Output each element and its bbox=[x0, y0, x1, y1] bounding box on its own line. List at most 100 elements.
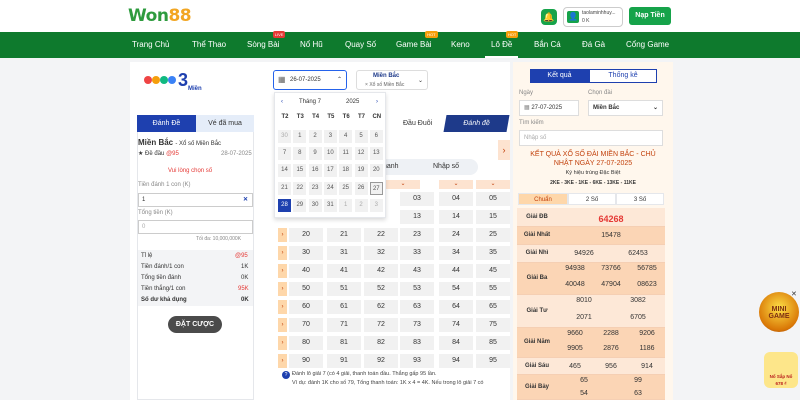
number-cell[interactable]: 20 bbox=[289, 228, 323, 242]
calendar-day[interactable]: 1 bbox=[339, 199, 353, 212]
tab-thong-ke[interactable]: Thống kê bbox=[589, 69, 657, 83]
number-cell[interactable]: 84 bbox=[439, 336, 473, 350]
calendar-day[interactable]: 4 bbox=[339, 130, 353, 143]
number-cell[interactable]: 43 bbox=[400, 264, 434, 278]
column-toggle-arrow[interactable]: ⌄ bbox=[476, 180, 510, 189]
next-month-icon[interactable]: › bbox=[376, 99, 378, 105]
calendar-day[interactable]: 3 bbox=[369, 199, 383, 212]
clear-icon[interactable]: ✕ bbox=[243, 194, 248, 206]
calendar-day[interactable]: 9 bbox=[308, 147, 322, 160]
row-toggle-arrow[interactable]: › bbox=[278, 300, 287, 314]
calendar-day[interactable]: 8 bbox=[293, 147, 307, 160]
number-cell[interactable]: 85 bbox=[476, 336, 510, 350]
calendar-month[interactable]: Tháng 7 bbox=[299, 99, 321, 105]
number-cell[interactable]: 55 bbox=[476, 282, 510, 296]
calendar-day[interactable]: 31 bbox=[323, 199, 337, 212]
user-menu[interactable]: 👤 taolaminhhuy... 0 K bbox=[563, 7, 623, 27]
number-cell[interactable]: 34 bbox=[439, 246, 473, 260]
nav-item-4[interactable]: Quay Số bbox=[345, 32, 376, 58]
calendar-day[interactable]: 28 bbox=[278, 199, 291, 212]
number-cell[interactable]: 41 bbox=[327, 264, 361, 278]
chevron-right-icon[interactable]: › bbox=[498, 140, 510, 160]
number-cell[interactable]: 13 bbox=[400, 210, 434, 224]
tab-danh-de-grid[interactable]: Đánh đề bbox=[443, 115, 510, 132]
number-cell[interactable]: 81 bbox=[327, 336, 361, 350]
number-cell[interactable]: 44 bbox=[439, 264, 473, 278]
result-date-input[interactable]: ▦ 27-07-2025 bbox=[519, 100, 579, 116]
row-toggle-arrow[interactable]: › bbox=[278, 318, 287, 332]
calendar-day[interactable]: 18 bbox=[339, 164, 353, 177]
calendar-day[interactable]: 15 bbox=[293, 164, 307, 177]
nav-item-7[interactable]: Lô Đề HOT bbox=[484, 31, 519, 58]
mini-game-badge[interactable]: MINI GAME bbox=[759, 292, 799, 332]
region-select[interactable]: Miền Bắc × Xổ số Miền Bắc ⌄ bbox=[356, 70, 428, 90]
calendar-day[interactable]: 30 bbox=[308, 199, 322, 212]
calendar-day[interactable]: 5 bbox=[354, 130, 368, 143]
number-cell[interactable]: 54 bbox=[439, 282, 473, 296]
jackpot-badge[interactable]: Nổ Sắp Nổ 678 ₫ bbox=[764, 352, 798, 388]
number-cell[interactable]: 32 bbox=[364, 246, 398, 260]
calendar-day[interactable]: 2 bbox=[308, 130, 322, 143]
bell-icon[interactable]: 🔔 bbox=[541, 9, 557, 25]
calendar-day[interactable]: 6 bbox=[369, 130, 383, 143]
nav-item-8[interactable]: Bắn Cá bbox=[534, 32, 561, 58]
calendar-day[interactable]: 24 bbox=[323, 182, 337, 195]
number-cell[interactable]: 22 bbox=[364, 228, 398, 242]
calendar-day[interactable]: 3 bbox=[323, 130, 337, 143]
calendar-day[interactable]: 29 bbox=[293, 199, 307, 212]
per-unit-input[interactable]: 1 ✕ bbox=[138, 193, 253, 207]
calendar-day[interactable]: 10 bbox=[323, 147, 337, 160]
calendar-day[interactable]: 13 bbox=[369, 147, 383, 160]
number-cell[interactable]: 93 bbox=[400, 354, 434, 368]
number-cell[interactable]: 31 bbox=[327, 246, 361, 260]
nav-item-10[interactable]: Cổng Game bbox=[626, 32, 669, 58]
prev-month-icon[interactable]: ‹ bbox=[281, 99, 283, 105]
number-cell[interactable]: 25 bbox=[476, 228, 510, 242]
number-cell[interactable]: 71 bbox=[327, 318, 361, 332]
tab-dau-duoi[interactable]: Đầu Đuôi bbox=[403, 120, 432, 127]
number-cell[interactable]: 04 bbox=[439, 192, 473, 206]
tab-danh-de[interactable]: Đánh Đề bbox=[137, 115, 196, 132]
number-cell[interactable]: 72 bbox=[364, 318, 398, 332]
number-cell[interactable]: 51 bbox=[327, 282, 361, 296]
number-cell[interactable]: 33 bbox=[400, 246, 434, 260]
number-cell[interactable]: 21 bbox=[327, 228, 361, 242]
number-cell[interactable]: 63 bbox=[400, 300, 434, 314]
number-cell[interactable]: 30 bbox=[289, 246, 323, 260]
calendar-day[interactable]: 11 bbox=[339, 147, 353, 160]
calendar-day[interactable]: 12 bbox=[354, 147, 368, 160]
calendar-day[interactable]: 23 bbox=[308, 182, 322, 195]
nav-item-9[interactable]: Đá Gà bbox=[582, 32, 605, 58]
deposit-button[interactable]: Nạp Tiền bbox=[629, 7, 671, 25]
number-cell[interactable]: 40 bbox=[289, 264, 323, 278]
nav-item-1[interactable]: Thể Thao bbox=[192, 32, 226, 58]
number-cell[interactable]: 42 bbox=[364, 264, 398, 278]
number-cell[interactable]: 05 bbox=[476, 192, 510, 206]
number-cell[interactable]: 24 bbox=[439, 228, 473, 242]
row-toggle-arrow[interactable]: › bbox=[278, 336, 287, 350]
calendar-day[interactable]: 19 bbox=[354, 164, 368, 177]
total-input[interactable]: 0 bbox=[138, 220, 253, 234]
calendar-year[interactable]: 2025 bbox=[346, 99, 359, 105]
number-cell[interactable]: 75 bbox=[476, 318, 510, 332]
number-cell[interactable]: 53 bbox=[400, 282, 434, 296]
number-cell[interactable]: 64 bbox=[439, 300, 473, 314]
calendar-day[interactable]: 25 bbox=[339, 182, 353, 195]
calendar-day[interactable]: 21 bbox=[278, 182, 291, 195]
calendar-day[interactable]: 26 bbox=[354, 182, 368, 195]
close-icon[interactable]: ✕ bbox=[791, 290, 797, 298]
number-cell[interactable]: 45 bbox=[476, 264, 510, 278]
row-toggle-arrow[interactable]: › bbox=[278, 246, 287, 260]
column-toggle-arrow[interactable]: ⌄ bbox=[439, 180, 473, 189]
row-toggle-arrow[interactable]: › bbox=[278, 354, 287, 368]
tab-ve-da-mua[interactable]: Vé đã mua bbox=[196, 115, 254, 132]
calendar-day[interactable]: 14 bbox=[278, 164, 291, 177]
number-cell[interactable]: 03 bbox=[400, 192, 434, 206]
number-cell[interactable]: 50 bbox=[289, 282, 323, 296]
calendar-day[interactable]: 17 bbox=[323, 164, 337, 177]
number-cell[interactable]: 15 bbox=[476, 210, 510, 224]
number-cell[interactable]: 92 bbox=[364, 354, 398, 368]
subtab-nhap-so[interactable]: Nhập số bbox=[433, 163, 459, 170]
row-toggle-arrow[interactable]: › bbox=[278, 282, 287, 296]
number-cell[interactable]: 95 bbox=[476, 354, 510, 368]
